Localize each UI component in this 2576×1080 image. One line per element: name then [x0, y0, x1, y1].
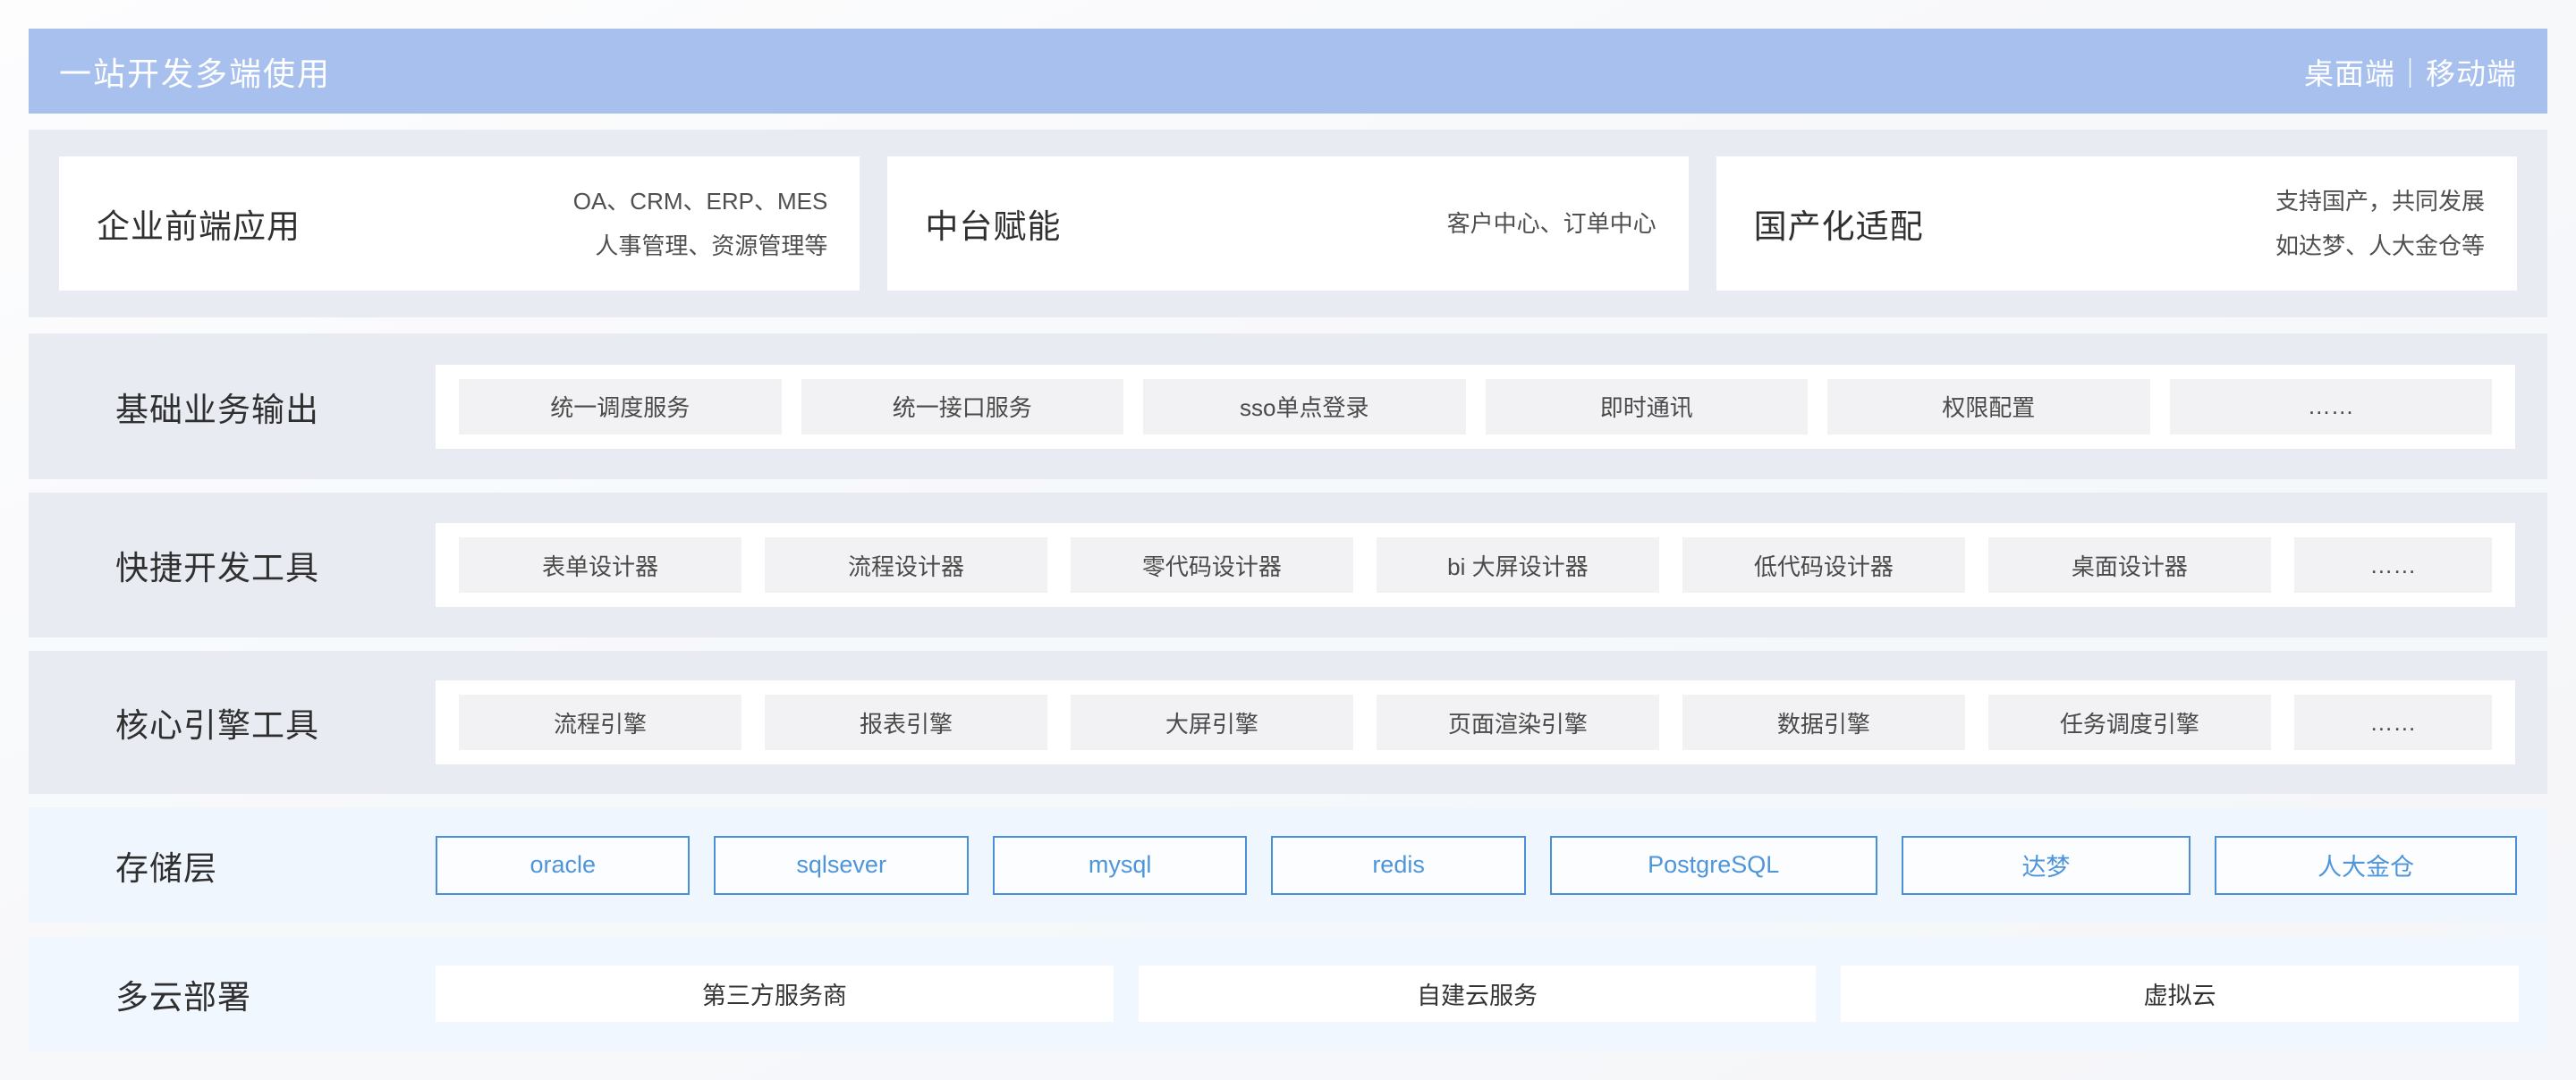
- tool-chip: 流程设计器: [764, 537, 1047, 593]
- dev-tools-label: 快捷开发工具: [115, 550, 319, 586]
- storage-database-item: oracle: [436, 835, 691, 895]
- basic-services-panel: 统一调度服务 统一接口服务 sso单点登录 即时通讯 权限配置 ……: [436, 364, 2515, 449]
- app-card-desc-line: 人事管理、资源管理等: [595, 232, 828, 259]
- app-card-desc: 客户中心、订单中心: [1447, 201, 1657, 246]
- header-banner: 一站开发多端使用 桌面端｜移动端: [29, 29, 2547, 114]
- tool-chip: bi 大屏设计器: [1376, 537, 1659, 593]
- cloud-row: 多云部署 第三方服务商 自建云服务 虚拟云: [29, 937, 2547, 1050]
- tool-chip: 表单设计器: [459, 537, 741, 593]
- service-chip: sso单点登录: [1143, 378, 1466, 435]
- cloud-deploy-item: 虚拟云: [1841, 966, 2520, 1022]
- dev-tools-panel: 表单设计器 流程设计器 零代码设计器 bi 大屏设计器 低代码设计器 桌面设计器 ……: [436, 523, 2515, 607]
- service-chip: 统一调度服务: [459, 378, 782, 435]
- engine-chip: 数据引擎: [1682, 695, 1965, 750]
- storage-label: 存储层: [115, 849, 217, 887]
- banner-title: 一站开发多端使用: [59, 55, 332, 92]
- service-chip: ……: [2169, 378, 2492, 435]
- storage-database-item: 达梦: [1901, 835, 2191, 895]
- app-card-desc-line: 如达梦、人大金仓等: [2275, 232, 2485, 259]
- app-card-desc-line: 客户中心、订单中心: [1446, 210, 1657, 237]
- app-card-midplatform: 中台赋能 客户中心、订单中心: [887, 156, 1689, 291]
- dev-tools-row: 快捷开发工具 表单设计器 流程设计器 零代码设计器 bi 大屏设计器 低代码设计器 桌面设…: [29, 493, 2547, 637]
- engines-row: 核心引擎工具 流程引擎 报表引擎 大屏引擎 页面渲染引擎 数据引擎 任务调度引擎 ……: [29, 651, 2547, 794]
- storage-database-item: redis: [1271, 835, 1526, 895]
- storage-database-item: mysql: [992, 835, 1248, 895]
- app-card-localization: 国产化适配 支持国产，共同发展 如达梦、人大金仓等: [1716, 156, 2517, 291]
- app-card-desc-line: 支持国产，共同发展: [2275, 188, 2485, 215]
- tool-chip: 零代码设计器: [1070, 537, 1353, 593]
- tool-chip: 桌面设计器: [1987, 537, 2271, 593]
- app-card-frontend: 企业前端应用 OA、CRM、ERP、MES 人事管理、资源管理等: [59, 156, 860, 291]
- basic-services-label: 基础业务输出: [115, 391, 319, 428]
- engine-chip: 流程引擎: [459, 695, 741, 750]
- tool-chip: 低代码设计器: [1682, 537, 1965, 593]
- engine-chip: 大屏引擎: [1070, 695, 1353, 750]
- service-chip: 即时通讯: [1485, 378, 1808, 435]
- engine-chip: 页面渲染引擎: [1376, 695, 1659, 750]
- app-card-desc: 支持国产，共同发展 如达梦、人大金仓等: [2275, 179, 2485, 268]
- app-card-desc: OA、CRM、ERP、MES 人事管理、资源管理等: [573, 179, 828, 268]
- engine-chip: 报表引擎: [764, 695, 1047, 750]
- storage-list: oracle sqlsever mysql redis PostgreSQL 达梦 人大金仓: [436, 835, 2518, 895]
- architecture-diagram: 一站开发多端使用 桌面端｜移动端 企业前端应用 OA、CRM、ERP、MES 人…: [0, 0, 2576, 1080]
- tool-chip: ……: [2293, 537, 2492, 593]
- storage-database-item: 人大金仓: [2215, 835, 2518, 895]
- cloud-deploy-item: 自建云服务: [1138, 966, 1817, 1022]
- cloud-label: 多云部署: [115, 978, 251, 1016]
- app-card-desc-line: OA、CRM、ERP、MES: [572, 188, 828, 215]
- app-card-title: 中台赋能: [925, 208, 1062, 245]
- banner-platforms-label: 桌面端｜移动端: [2304, 56, 2517, 90]
- app-card-title: 国产化适配: [1753, 208, 1924, 245]
- cloud-list: 第三方服务商 自建云服务 虚拟云: [436, 966, 2520, 1022]
- diagram-content: 一站开发多端使用 桌面端｜移动端 企业前端应用 OA、CRM、ERP、MES 人…: [29, 29, 2547, 1050]
- cloud-deploy-item: 第三方服务商: [436, 966, 1114, 1022]
- engine-chip: ……: [2293, 695, 2492, 750]
- storage-database-item: sqlsever: [714, 835, 969, 895]
- engines-label: 核心引擎工具: [115, 707, 319, 744]
- apps-row: 企业前端应用 OA、CRM、ERP、MES 人事管理、资源管理等 中台赋能 客户…: [29, 130, 2547, 317]
- basic-services-row: 基础业务输出 统一调度服务 统一接口服务 sso单点登录 即时通讯 权限配置 ……: [29, 333, 2547, 479]
- service-chip: 权限配置: [1827, 378, 2150, 435]
- storage-row: 存储层 oracle sqlsever mysql redis PostgreSQL 达梦…: [29, 807, 2547, 923]
- app-card-title: 企业前端应用: [97, 208, 301, 245]
- engine-chip: 任务调度引擎: [1987, 695, 2271, 750]
- service-chip: 统一接口服务: [801, 378, 1123, 435]
- engines-panel: 流程引擎 报表引擎 大屏引擎 页面渲染引擎 数据引擎 任务调度引擎 ……: [436, 680, 2515, 764]
- storage-database-item: PostgreSQL: [1549, 835, 1877, 895]
